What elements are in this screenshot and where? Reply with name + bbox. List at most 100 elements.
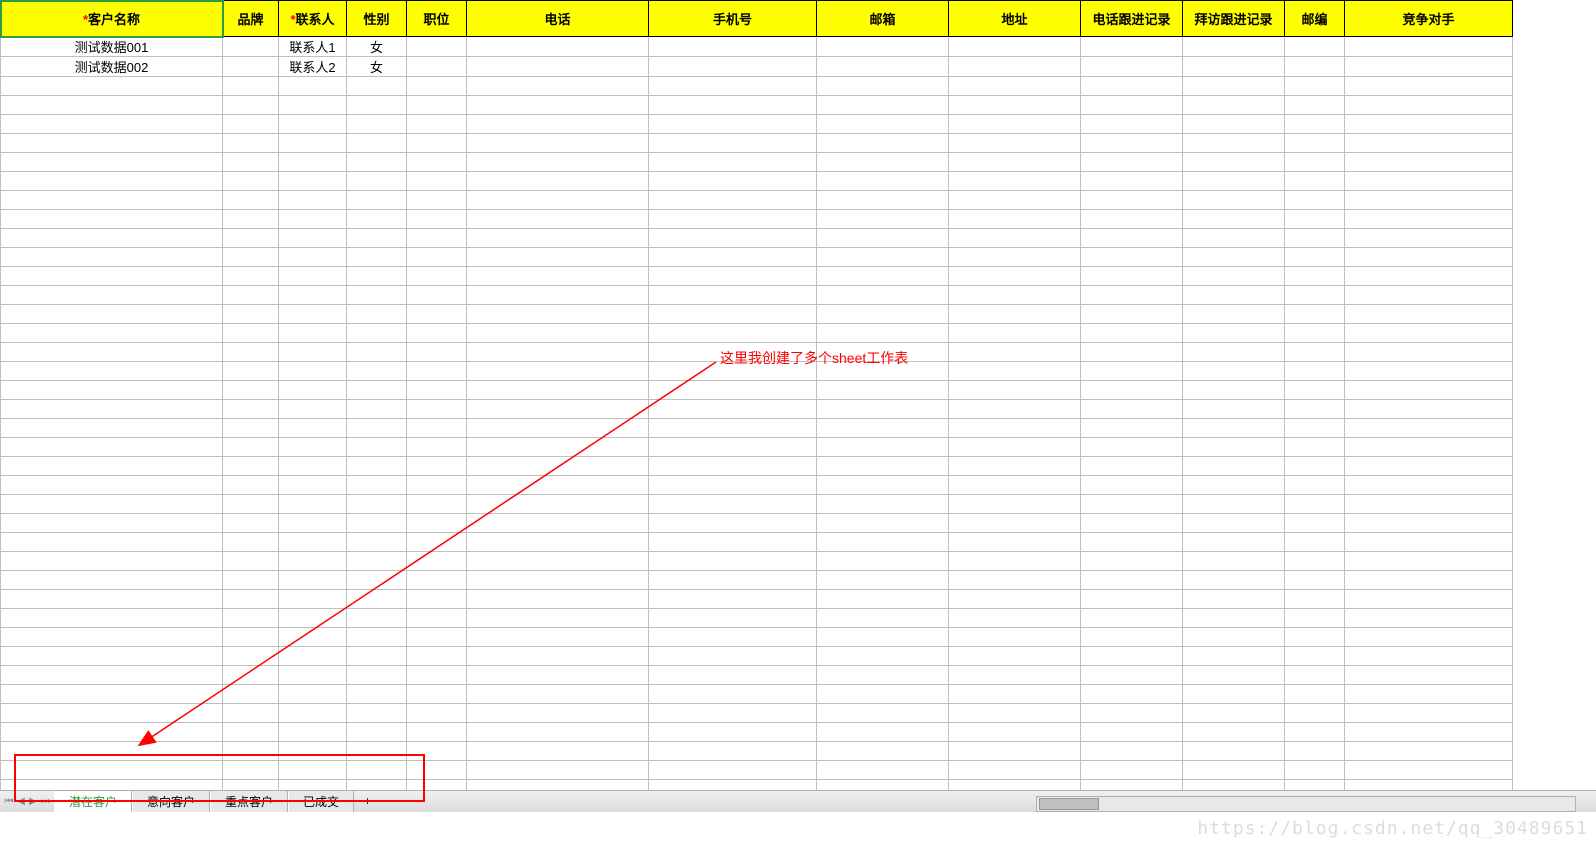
cell[interactable] — [347, 153, 407, 172]
column-header[interactable]: 电话 — [467, 1, 649, 37]
cell[interactable] — [949, 495, 1081, 514]
cell[interactable] — [1345, 172, 1513, 191]
cell[interactable] — [1183, 533, 1285, 552]
cell[interactable] — [347, 362, 407, 381]
cell[interactable] — [223, 400, 279, 419]
cell[interactable] — [949, 742, 1081, 761]
cell[interactable] — [649, 704, 817, 723]
cell[interactable] — [467, 590, 649, 609]
cell[interactable] — [1285, 362, 1345, 381]
cell[interactable] — [817, 495, 949, 514]
cell[interactable] — [817, 381, 949, 400]
cell[interactable] — [1, 590, 223, 609]
cell[interactable] — [1081, 153, 1183, 172]
cell[interactable] — [817, 571, 949, 590]
cell[interactable] — [347, 96, 407, 115]
cell[interactable] — [1, 647, 223, 666]
cell[interactable] — [817, 210, 949, 229]
cell[interactable] — [649, 647, 817, 666]
cell[interactable] — [1285, 343, 1345, 362]
cell[interactable] — [1081, 647, 1183, 666]
cell[interactable] — [223, 305, 279, 324]
cell[interactable] — [407, 191, 467, 210]
cell[interactable] — [949, 153, 1081, 172]
cell[interactable] — [223, 552, 279, 571]
cell[interactable] — [407, 324, 467, 343]
cell[interactable] — [223, 571, 279, 590]
cell[interactable] — [1285, 172, 1345, 191]
cell[interactable] — [1183, 647, 1285, 666]
cell[interactable] — [1345, 324, 1513, 343]
cell[interactable] — [223, 153, 279, 172]
cell[interactable] — [1285, 609, 1345, 628]
cell[interactable] — [279, 286, 347, 305]
cell[interactable] — [279, 324, 347, 343]
cell[interactable] — [347, 191, 407, 210]
cell[interactable] — [1, 267, 223, 286]
cell[interactable] — [1345, 191, 1513, 210]
cell[interactable] — [1, 305, 223, 324]
cell[interactable] — [949, 57, 1081, 77]
cell[interactable] — [1285, 37, 1345, 57]
cell[interactable] — [1081, 381, 1183, 400]
cell[interactable] — [649, 666, 817, 685]
column-header[interactable]: 邮编 — [1285, 1, 1345, 37]
cell[interactable] — [1183, 457, 1285, 476]
cell[interactable] — [279, 305, 347, 324]
sheet-tab[interactable]: 潜在客户 — [54, 791, 132, 813]
cell[interactable] — [1183, 628, 1285, 647]
cell[interactable] — [949, 248, 1081, 267]
cell[interactable] — [223, 457, 279, 476]
cell[interactable] — [347, 115, 407, 134]
cell[interactable] — [407, 96, 467, 115]
cell[interactable] — [817, 153, 949, 172]
cell[interactable] — [467, 248, 649, 267]
cell[interactable] — [1183, 438, 1285, 457]
cell[interactable] — [407, 134, 467, 153]
cell[interactable] — [223, 533, 279, 552]
cell[interactable] — [1183, 248, 1285, 267]
cell[interactable] — [817, 96, 949, 115]
cell[interactable] — [407, 381, 467, 400]
cell[interactable] — [223, 77, 279, 96]
cell[interactable] — [1081, 571, 1183, 590]
cell[interactable] — [649, 514, 817, 533]
cell[interactable] — [817, 172, 949, 191]
cell[interactable]: 女 — [347, 57, 407, 77]
cell[interactable] — [347, 400, 407, 419]
cell[interactable] — [1183, 590, 1285, 609]
cell[interactable] — [407, 609, 467, 628]
cell[interactable] — [1345, 761, 1513, 780]
cell[interactable] — [649, 172, 817, 191]
cell[interactable] — [407, 685, 467, 704]
cell[interactable] — [467, 134, 649, 153]
cell[interactable] — [1, 666, 223, 685]
cell[interactable] — [1, 324, 223, 343]
cell[interactable] — [1285, 704, 1345, 723]
cell[interactable] — [1081, 115, 1183, 134]
cell[interactable] — [649, 381, 817, 400]
cell[interactable] — [1345, 514, 1513, 533]
cell[interactable] — [1, 115, 223, 134]
cell[interactable] — [1285, 666, 1345, 685]
cell[interactable] — [467, 381, 649, 400]
column-header[interactable]: *客户名称 — [1, 1, 223, 37]
cell[interactable] — [1081, 362, 1183, 381]
cell[interactable] — [1081, 210, 1183, 229]
cell[interactable] — [223, 172, 279, 191]
cell[interactable] — [1183, 229, 1285, 248]
cell[interactable] — [1345, 286, 1513, 305]
cell[interactable] — [467, 400, 649, 419]
cell[interactable] — [223, 476, 279, 495]
cell[interactable] — [1183, 37, 1285, 57]
nav-prev-icon[interactable]: ◀ — [16, 795, 26, 809]
cell[interactable] — [1345, 57, 1513, 77]
cell[interactable] — [1345, 590, 1513, 609]
cell[interactable] — [1, 229, 223, 248]
nav-first-icon[interactable]: ⏮ — [4, 795, 14, 809]
cell[interactable] — [279, 514, 347, 533]
cell[interactable] — [279, 685, 347, 704]
cell[interactable] — [1081, 552, 1183, 571]
cell[interactable] — [279, 77, 347, 96]
cell[interactable] — [223, 57, 279, 77]
